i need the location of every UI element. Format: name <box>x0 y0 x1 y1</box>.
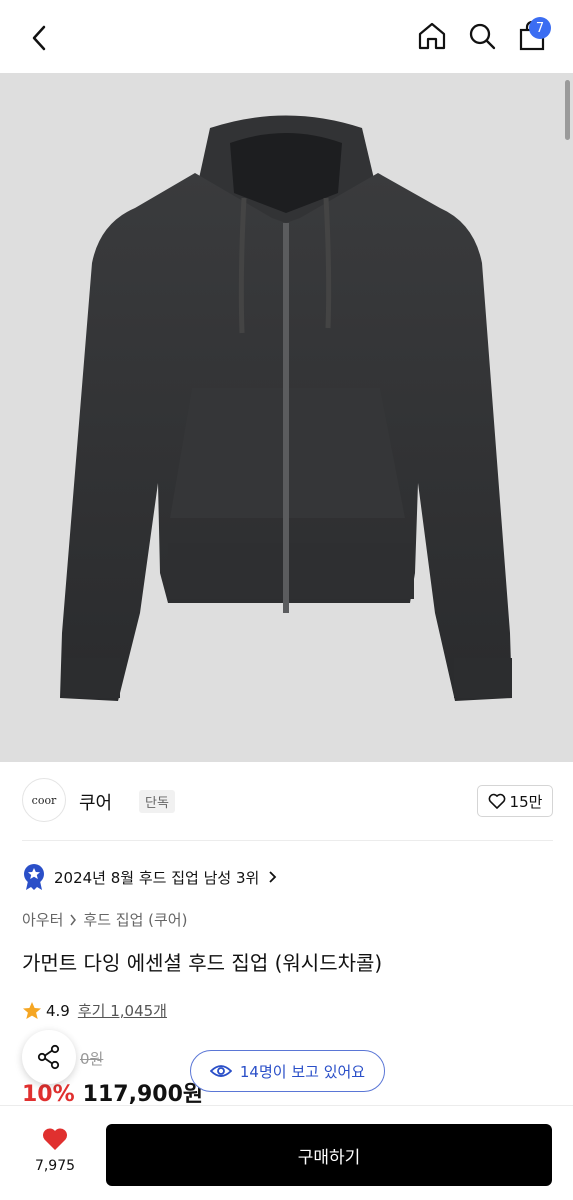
brand-logo[interactable]: coor <box>22 778 66 822</box>
wishlist-button[interactable]: 7,975 <box>22 1126 88 1174</box>
scrollbar[interactable] <box>565 80 570 140</box>
ranking-link[interactable]: 2024년 8월 후드 집업 남성 3위 <box>22 862 277 892</box>
bottom-purchase-bar: 7,975 구매하기 <box>0 1105 573 1200</box>
eye-icon <box>209 1065 232 1077</box>
exclusive-badge: 단독 <box>139 790 175 813</box>
viewers-indicator: 14명이 보고 있어요 <box>190 1050 385 1092</box>
rating-score: 4.9 <box>46 1001 70 1020</box>
breadcrumb-item-hood-zip[interactable]: 후드 집업 (쿠어) <box>83 909 187 930</box>
review-count-link[interactable]: 후기 1,045개 <box>78 1000 167 1021</box>
brand-like-count: 15만 <box>509 792 543 811</box>
original-price: 0원 <box>80 1050 104 1068</box>
heart-filled-icon <box>42 1128 68 1150</box>
chevron-right-icon <box>70 914 77 925</box>
share-icon <box>37 1044 60 1070</box>
home-icon[interactable] <box>412 16 452 56</box>
sale-price: 117,900원 <box>82 1082 204 1107</box>
brand-name[interactable]: 쿠어 <box>79 789 112 815</box>
product-image[interactable] <box>0 73 573 762</box>
wishlist-count: 7,975 <box>34 1158 76 1174</box>
back-icon[interactable] <box>20 18 60 58</box>
chevron-right-icon <box>269 871 277 883</box>
product-title: 가먼트 다잉 에센셜 후드 집업 (워시드차콜) <box>22 951 383 975</box>
heart-outline-icon <box>488 793 505 809</box>
breadcrumb-item-outer[interactable]: 아우터 <box>22 909 63 930</box>
brand-row: coor 쿠어 단독 15만 <box>22 778 553 824</box>
viewers-text: 14명이 보고 있어요 <box>239 1062 366 1081</box>
ranking-medal-icon <box>24 864 44 890</box>
buy-button[interactable]: 구매하기 <box>106 1124 552 1186</box>
rating-row: 4.9 후기 1,045개 <box>22 1000 167 1021</box>
search-icon[interactable] <box>462 16 502 56</box>
share-button[interactable] <box>22 1030 76 1084</box>
discount-rate: 10% <box>22 1082 75 1107</box>
breadcrumb: 아우터 후드 집업 (쿠어) <box>22 909 187 930</box>
star-icon <box>23 1001 41 1019</box>
top-bar: 7 <box>0 0 573 73</box>
ranking-text: 2024년 8월 후드 집업 남성 3위 <box>54 868 260 887</box>
divider <box>22 840 553 841</box>
cart-count-badge: 7 <box>529 17 551 39</box>
brand-like-button[interactable]: 15만 <box>477 785 553 817</box>
